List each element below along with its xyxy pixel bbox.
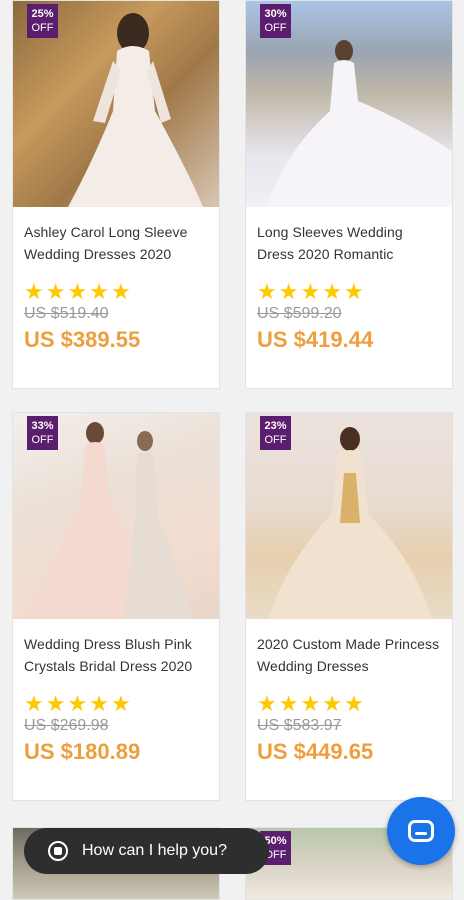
star-icon: ★ (300, 279, 321, 304)
star-icon: ★ (343, 279, 364, 304)
star-icon: ★ (45, 279, 66, 304)
product-image[interactable]: 30% OFF (246, 1, 452, 207)
chat-fab-button[interactable] (387, 797, 455, 865)
star-icon: ★ (322, 279, 342, 304)
product-card[interactable]: 25% OFF Ashley Carol Long Sleeve Wedding… (12, 0, 220, 389)
discount-badge: 33% OFF (27, 416, 58, 450)
product-title[interactable]: Long Sleeves Wedding Dress 2020 Romantic… (257, 221, 440, 265)
star-icon: ★ (300, 691, 321, 716)
star-icon: ★ (343, 691, 364, 716)
sale-price: US $180.89 (24, 739, 141, 764)
original-price: US $599.20 (257, 305, 342, 322)
product-card[interactable]: 23% OFF 2020 Custom Made Princess Weddin… (245, 412, 453, 801)
sale-price: US $389.55 (24, 327, 141, 352)
product-image[interactable]: 33% OFF (13, 413, 219, 619)
star-icon: ★ (110, 691, 131, 716)
discount-badge: 25% OFF (27, 4, 58, 38)
original-price: US $583.97 (257, 717, 342, 734)
product-card[interactable]: 33% OFF Wedding Dress Blush Pink Crystal… (12, 412, 220, 801)
star-icon: ★ (257, 279, 277, 304)
star-icon: ★ (278, 279, 299, 304)
star-icon: ★ (257, 691, 277, 716)
rating-stars: ★ ★ ★ ★ ★ (257, 693, 452, 715)
chat-bubble-icon (408, 820, 434, 842)
discount-badge: 23% OFF (260, 416, 291, 450)
rating-stars: ★ ★ ★ ★ ★ (257, 281, 452, 303)
star-icon: ★ (24, 691, 44, 716)
rating-stars: ★ ★ ★ ★ ★ (24, 693, 219, 715)
product-title[interactable]: Ashley Carol Long Sleeve Wedding Dresses… (24, 221, 207, 265)
sale-price: US $419.44 (257, 327, 374, 352)
discount-badge: 30% OFF (260, 4, 291, 38)
star-icon: ★ (278, 691, 299, 716)
product-card[interactable]: 30% OFF Long Sleeves Wedding Dress 2020 … (245, 0, 453, 389)
chat-prompt-label: How can I help you? (82, 842, 227, 859)
star-icon: ★ (89, 691, 109, 716)
star-icon: ★ (322, 691, 342, 716)
product-image[interactable]: 25% OFF (13, 1, 219, 207)
star-icon: ★ (67, 691, 88, 716)
sale-price: US $449.65 (257, 739, 374, 764)
product-title[interactable]: 2020 Custom Made Princess Wedding Dresse… (257, 633, 440, 677)
whatsapp-icon (48, 841, 68, 861)
original-price: US $269.98 (24, 717, 109, 734)
chat-prompt-button[interactable]: How can I help you? (24, 828, 269, 874)
rating-stars: ★ ★ ★ ★ ★ (24, 281, 219, 303)
star-icon: ★ (67, 279, 88, 304)
original-price: US $519.40 (24, 305, 109, 322)
product-title[interactable]: Wedding Dress Blush Pink Crystals Bridal… (24, 633, 207, 677)
product-image[interactable]: 23% OFF (246, 413, 452, 619)
star-icon: ★ (110, 279, 131, 304)
star-icon: ★ (89, 279, 109, 304)
star-icon: ★ (24, 279, 44, 304)
star-icon: ★ (45, 691, 66, 716)
